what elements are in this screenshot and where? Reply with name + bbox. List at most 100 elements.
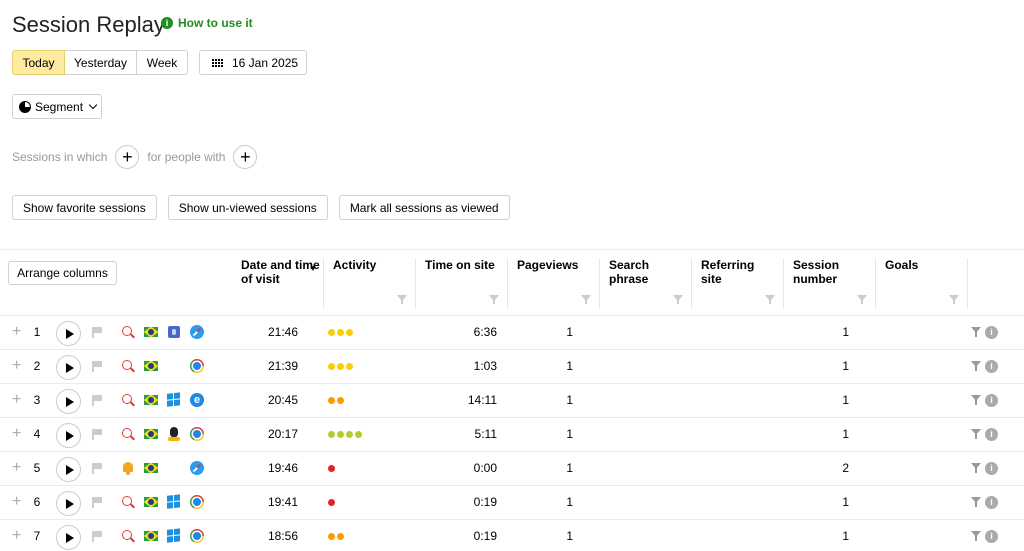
filter-icon[interactable] <box>971 497 981 507</box>
table-row[interactable]: +7 18:56 0:19 1 1 i <box>0 520 1024 551</box>
info-icon[interactable]: i <box>985 394 998 407</box>
play-icon[interactable] <box>56 525 81 550</box>
table-row[interactable]: +2 21:39 1:03 1 1 i <box>0 350 1024 384</box>
visit-time: 18:56 <box>267 529 298 543</box>
filter-icon[interactable] <box>971 361 981 371</box>
windows-icon <box>167 392 181 407</box>
expand-row-icon[interactable]: + <box>12 392 21 408</box>
activity-indicator <box>328 397 344 404</box>
add-people-condition-button[interactable]: + <box>233 145 258 169</box>
play-icon[interactable] <box>56 389 81 414</box>
filter-icon[interactable] <box>581 295 591 305</box>
column-header-label: Time on site <box>425 258 495 272</box>
activity-indicator <box>328 431 362 438</box>
show-favorite-sessions-button[interactable]: Show favorite sessions <box>12 195 157 220</box>
table-row[interactable]: +5 19:46 0:00 1 2 i <box>0 452 1024 486</box>
favorite-flag-icon[interactable] <box>92 429 102 440</box>
brazil-flag-icon <box>144 463 158 473</box>
row-number: 2 <box>33 359 41 373</box>
favorite-flag-icon[interactable] <box>92 463 102 474</box>
period-week-button[interactable]: Week <box>137 50 188 75</box>
activity-dot <box>346 329 353 336</box>
filter-icon[interactable] <box>765 295 775 305</box>
info-icon[interactable]: i <box>985 462 998 475</box>
favorite-flag-icon[interactable] <box>92 395 102 406</box>
how-to-use-label: How to use it <box>178 16 253 30</box>
favorite-flag-icon[interactable] <box>92 327 102 338</box>
show-unviewed-sessions-button[interactable]: Show un-viewed sessions <box>167 195 328 220</box>
brazil-flag-icon <box>144 361 158 371</box>
column-header-search-phrase[interactable]: Search phrase <box>599 258 691 315</box>
filter-icon[interactable] <box>971 531 981 541</box>
expand-row-icon[interactable]: + <box>12 324 21 340</box>
play-icon[interactable] <box>56 321 81 346</box>
pie-chart-icon <box>19 100 31 113</box>
session-number: 2 <box>842 461 849 475</box>
column-header-date-time[interactable]: Date and time of visit ▼ <box>231 258 323 315</box>
play-icon[interactable] <box>56 457 81 482</box>
session-number: 1 <box>842 359 849 373</box>
arrange-columns-button[interactable]: Arrange columns <box>8 261 117 285</box>
search-engine-icon <box>121 325 135 339</box>
table-row[interactable]: +6 19:41 0:19 1 1 i <box>0 486 1024 520</box>
play-icon[interactable] <box>56 423 81 448</box>
info-icon[interactable]: i <box>985 326 998 339</box>
expand-row-icon[interactable]: + <box>12 426 21 442</box>
favorite-flag-icon[interactable] <box>92 531 102 542</box>
play-icon[interactable] <box>56 491 81 516</box>
column-header-session-number[interactable]: Session number <box>783 258 875 315</box>
search-engine-icon <box>121 529 135 543</box>
chrome-icon <box>190 359 204 373</box>
column-header-label: Activity <box>333 258 377 272</box>
column-header-label: Goals <box>885 258 919 272</box>
column-header-time-on-site[interactable]: Time on site <box>415 258 507 315</box>
filter-icon[interactable] <box>673 295 683 305</box>
visit-time: 19:46 <box>267 461 298 475</box>
date-picker-button[interactable]: 16 Jan 2025 <box>199 50 307 75</box>
filter-icon[interactable] <box>971 327 981 337</box>
column-header-goals[interactable]: Goals <box>875 258 967 315</box>
expand-row-icon[interactable]: + <box>12 494 21 510</box>
column-header-pageviews[interactable]: Pageviews <box>507 258 599 315</box>
add-session-condition-button[interactable]: + <box>115 145 140 169</box>
column-header-activity[interactable]: Activity <box>323 258 415 315</box>
expand-row-icon[interactable]: + <box>12 358 21 374</box>
row-number: 1 <box>33 325 41 339</box>
table-row[interactable]: +4 20:17 5:11 1 1 i <box>0 418 1024 452</box>
session-actions: Show favorite sessions Show un-viewed se… <box>12 195 510 220</box>
play-icon[interactable] <box>56 355 81 380</box>
filter-icon[interactable] <box>489 295 499 305</box>
brazil-flag-icon <box>144 531 158 541</box>
sort-desc-icon[interactable]: ▼ <box>309 262 317 276</box>
info-icon[interactable]: i <box>985 360 998 373</box>
period-yesterday-button[interactable]: Yesterday <box>65 50 137 75</box>
filter-icon[interactable] <box>971 463 981 473</box>
activity-dot <box>328 329 335 336</box>
how-to-use-link[interactable]: i How to use it <box>161 16 253 30</box>
filter-icon[interactable] <box>971 395 981 405</box>
session-number: 1 <box>842 529 849 543</box>
info-icon[interactable]: i <box>985 530 998 543</box>
visit-time: 19:41 <box>267 495 298 509</box>
expand-row-icon[interactable]: + <box>12 460 21 476</box>
column-header-referring-site[interactable]: Referring site <box>691 258 783 315</box>
filter-icon[interactable] <box>857 295 867 305</box>
column-header-label: Session number <box>793 258 840 286</box>
favorite-flag-icon[interactable] <box>92 497 102 508</box>
time-on-site: 0:00 <box>473 461 497 475</box>
filter-icon[interactable] <box>397 295 407 305</box>
period-today-button[interactable]: Today <box>12 50 65 75</box>
segment-dropdown[interactable]: Segment <box>12 94 102 119</box>
mark-all-viewed-button[interactable]: Mark all sessions as viewed <box>338 195 510 220</box>
activity-dot <box>337 329 344 336</box>
chrome-icon <box>190 427 204 441</box>
table-row[interactable]: +1 21:46 6:36 1 1 i <box>0 316 1024 350</box>
filter-icon[interactable] <box>949 295 959 305</box>
filter-icon[interactable] <box>971 429 981 439</box>
favorite-flag-icon[interactable] <box>92 361 102 372</box>
info-icon[interactable]: i <box>985 428 998 441</box>
expand-row-icon[interactable]: + <box>12 528 21 544</box>
table-row[interactable]: +3 e 20:45 14:11 1 1 i <box>0 384 1024 418</box>
activity-dot <box>337 533 344 540</box>
info-icon[interactable]: i <box>985 496 998 509</box>
